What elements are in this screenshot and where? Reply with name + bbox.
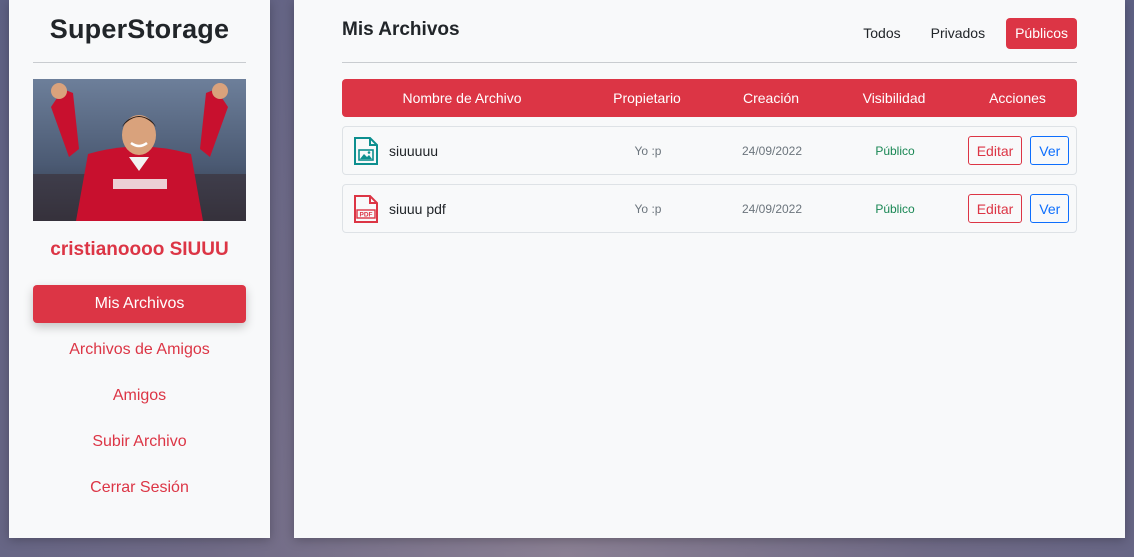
file-cell: PDF siuuu pdf [343, 185, 593, 232]
sidebar-item-amigos[interactable]: Amigos [33, 377, 246, 415]
page-title: Mis Archivos [342, 19, 460, 40]
avatar [33, 79, 246, 221]
header-nombre: Nombre de Archivo [402, 90, 522, 106]
avatar-photo [33, 79, 246, 221]
image-file-icon [353, 136, 381, 166]
header-creacion: Creación [742, 90, 800, 106]
sidebar-nav: Mis Archivos Archivos de Amigos Amigos S… [33, 285, 246, 515]
file-owner: Yo :p [634, 201, 662, 216]
edit-button[interactable]: Editar [967, 194, 1023, 223]
file-visibility: Público [875, 201, 915, 216]
header-visibilidad: Visibilidad [862, 90, 926, 106]
sidebar: SuperStorage cristianoooo SIUUU Mis Arch… [9, 0, 270, 538]
edit-button[interactable]: Editar [967, 136, 1023, 165]
table-row: siuuuuu Yo :p 24/09/2022 Público Editar … [342, 126, 1077, 175]
main-divider [342, 62, 1077, 63]
file-list: siuuuuu Yo :p 24/09/2022 Público Editar … [342, 126, 1077, 242]
filter-privados-button[interactable]: Privados [922, 18, 994, 49]
pdf-file-icon: PDF [353, 194, 381, 224]
table-row: PDF siuuu pdf Yo :p 24/09/2022 Público E… [342, 184, 1077, 233]
row-actions: Editar Ver [959, 127, 1078, 174]
header-acciones: Acciones [989, 90, 1046, 106]
file-name[interactable]: siuuuuu [389, 143, 438, 159]
filter-publicos-button[interactable]: Públicos [1006, 18, 1077, 49]
file-created: 24/09/2022 [741, 143, 803, 158]
svg-text:PDF: PDF [360, 211, 373, 218]
sidebar-item-mis-archivos[interactable]: Mis Archivos [33, 285, 246, 323]
sidebar-item-cerrar-sesion[interactable]: Cerrar Sesión [33, 469, 246, 507]
main-panel: Mis Archivos Todos Privados Públicos Nom… [294, 0, 1125, 538]
filter-todos-button[interactable]: Todos [854, 18, 909, 49]
username: cristianoooo SIUUU [50, 239, 229, 260]
brand-title: SuperStorage [49, 14, 230, 44]
row-actions: Editar Ver [959, 185, 1078, 232]
file-owner: Yo :p [634, 143, 662, 158]
file-cell: siuuuuu [343, 127, 593, 174]
file-created: 24/09/2022 [741, 201, 803, 216]
view-button[interactable]: Ver [1030, 194, 1070, 223]
sidebar-item-subir-archivo[interactable]: Subir Archivo [33, 423, 246, 461]
file-visibility: Público [875, 143, 915, 158]
file-name[interactable]: siuuu pdf [389, 201, 446, 217]
sidebar-divider [33, 62, 246, 63]
header-propietario: Propietario [613, 90, 681, 106]
filter-group: Todos Privados Públicos [842, 18, 1077, 49]
sidebar-item-archivos-de-amigos[interactable]: Archivos de Amigos [33, 331, 246, 369]
table-header: Nombre de Archivo Propietario Creación V… [342, 79, 1077, 117]
view-button[interactable]: Ver [1030, 136, 1070, 165]
